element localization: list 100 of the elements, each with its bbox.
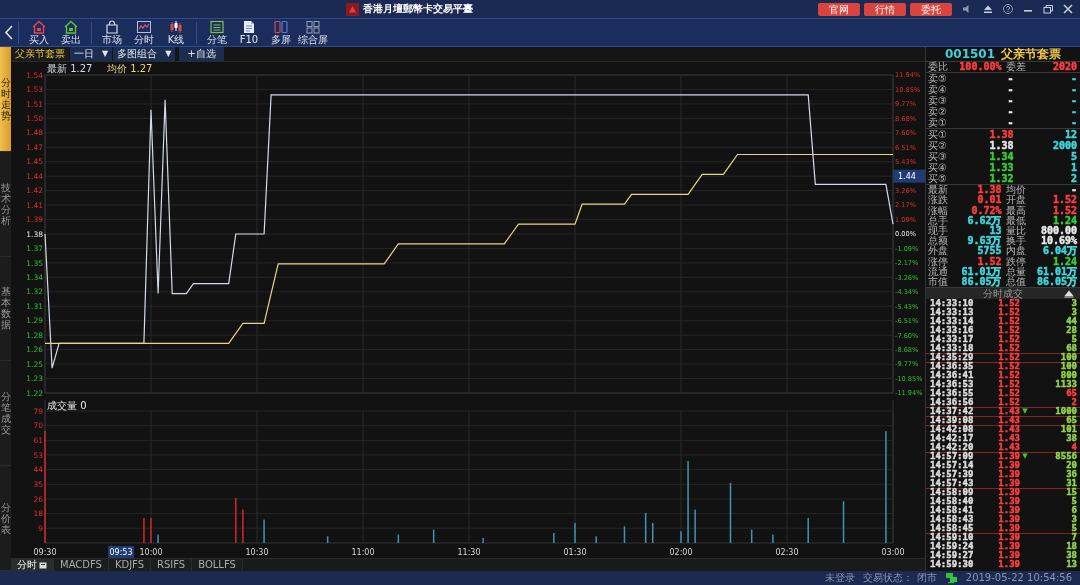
toolbar-button[interactable]: K线 bbox=[160, 20, 192, 45]
field-label: 最高 bbox=[1004, 205, 1026, 216]
field-label: 内盘 bbox=[1004, 246, 1026, 257]
field-label: 委差 bbox=[1005, 62, 1026, 73]
close-icon[interactable] bbox=[1060, 3, 1076, 15]
field-value: 86.05万 bbox=[1035, 276, 1077, 287]
trade-volume: 100 bbox=[1059, 353, 1077, 363]
trade-volume: 36 bbox=[1065, 470, 1077, 480]
trade-price: 1.39 bbox=[997, 470, 1020, 480]
trade-volume: 5 bbox=[1070, 524, 1077, 534]
trade-price: 1.52 bbox=[997, 362, 1020, 372]
field-value: 10.69% bbox=[1039, 236, 1077, 247]
chart-tab[interactable]: 分时 bbox=[11, 559, 54, 571]
date-time: 2019-05-22 10:54:56 bbox=[965, 571, 1072, 585]
header-button[interactable]: 官网 bbox=[818, 2, 860, 16]
trade-price: 1.43 bbox=[997, 416, 1020, 426]
legend-item: 最新 1.27 bbox=[47, 63, 93, 74]
trade-price: 1.52 bbox=[997, 389, 1020, 399]
toolbar-button[interactable]: 分笔 bbox=[201, 20, 233, 45]
field-label: 均价 bbox=[1004, 185, 1026, 196]
list-icon bbox=[209, 20, 225, 34]
order-volume: 12 bbox=[1063, 129, 1077, 141]
add-watchlist-button[interactable]: +自选 bbox=[179, 47, 224, 61]
trade-volume: 65 bbox=[1065, 389, 1077, 399]
toolbar-button[interactable]: 买入 bbox=[23, 20, 55, 45]
trade-price: 1.52 bbox=[997, 308, 1020, 318]
field-label: 涨幅 bbox=[928, 205, 949, 216]
trade-volume: 7 bbox=[1071, 533, 1077, 543]
volume-bar bbox=[623, 526, 626, 543]
trade-volume: 1000 bbox=[1054, 407, 1077, 417]
instrument-code: 001501 bbox=[944, 47, 996, 61]
volume-bar bbox=[750, 529, 753, 543]
trade-time: 14:36:41 bbox=[930, 371, 975, 381]
trade-volume: 3 bbox=[1071, 308, 1077, 318]
field-value: 6.62万 bbox=[966, 215, 1002, 226]
trade-time: 14:58:43 bbox=[930, 515, 975, 525]
grid-icon bbox=[305, 20, 321, 34]
trade-time: 14:42:20 bbox=[930, 443, 975, 453]
trade-time: 14:35:29 bbox=[930, 353, 975, 363]
trade-price: 1.39 bbox=[997, 542, 1020, 552]
trade-time: 14:58:09 bbox=[930, 488, 975, 498]
cursor-time-label: 09:53 bbox=[108, 546, 134, 558]
login-status: 未登录 bbox=[824, 571, 855, 585]
field-value: 800.00 bbox=[1039, 226, 1077, 237]
field-label: 总量 bbox=[1004, 266, 1026, 277]
trade-volume: 5 bbox=[1071, 335, 1077, 345]
side-tab[interactable]: 分时走势 bbox=[0, 47, 11, 152]
order-volume: 2000 bbox=[1051, 140, 1077, 152]
toolbar-button[interactable]: 卖出 bbox=[55, 20, 87, 45]
trade-price: 1.52 bbox=[997, 380, 1020, 390]
help-icon[interactable] bbox=[1000, 3, 1016, 15]
trade-price: 1.52 bbox=[997, 335, 1020, 345]
trade-price: 1.43 bbox=[997, 434, 1020, 444]
trade-volume: 18 bbox=[1065, 542, 1077, 552]
trade-price: 1.39 bbox=[997, 461, 1020, 471]
order-price: - bbox=[1006, 117, 1014, 129]
trade-time: 14:58:41 bbox=[930, 506, 975, 516]
field-label: 涨跌 bbox=[928, 195, 949, 206]
legend-item: 成交量 0 bbox=[47, 400, 87, 411]
trade-time: 14:59:10 bbox=[930, 533, 975, 543]
toolbar-button[interactable]: 多屏 bbox=[265, 20, 297, 45]
restore-icon[interactable] bbox=[1040, 3, 1056, 15]
trade-price: 1.52 bbox=[997, 326, 1020, 336]
header-button[interactable]: 委托 bbox=[910, 2, 952, 16]
trade-volume: 100 bbox=[1059, 362, 1077, 372]
field-label: 流通 bbox=[928, 266, 949, 277]
dropdown[interactable]: 多图组合 ▼ bbox=[113, 47, 176, 61]
axis-label: 10:00 bbox=[139, 548, 163, 557]
caret-icon: ▼ bbox=[102, 47, 109, 61]
trading-state: 闭市 bbox=[916, 571, 937, 585]
trade-time: 14:33:17 bbox=[930, 335, 975, 345]
order-level-label: 卖① bbox=[928, 117, 948, 129]
order-level-label: 买② bbox=[928, 140, 948, 152]
house-icon bbox=[31, 20, 47, 34]
toolbar-button[interactable]: 综合屏 bbox=[297, 20, 329, 45]
order-volume: 2 bbox=[1069, 173, 1077, 185]
trade-time: 14:59:24 bbox=[930, 542, 975, 552]
trade-time: 14:58:40 bbox=[930, 497, 975, 507]
field-label: 现手 bbox=[928, 226, 949, 237]
axis-label: 11:30 bbox=[457, 548, 481, 557]
toolbar-button[interactable]: F10 bbox=[233, 20, 265, 45]
axis-label: 11:00 bbox=[351, 548, 375, 557]
field-value: 6.04万 bbox=[1041, 246, 1077, 257]
toolbar-button[interactable]: 分时 bbox=[128, 20, 160, 45]
header-button[interactable]: 行情 bbox=[864, 2, 906, 16]
trade-volume: 28 bbox=[1065, 326, 1077, 336]
order-volume: - bbox=[1069, 84, 1077, 96]
axis-label: 09:30 bbox=[33, 548, 57, 557]
back-icon[interactable] bbox=[4, 25, 14, 40]
triangle-icon[interactable] bbox=[1064, 289, 1074, 298]
toolbar-button[interactable]: 市场 bbox=[96, 20, 128, 45]
dropdown-value: 一日 bbox=[74, 47, 94, 61]
cursor-price-label: 1.44 bbox=[893, 169, 925, 183]
trade-volume: 13 bbox=[1065, 560, 1077, 570]
axis-label: 01:30 bbox=[563, 548, 587, 557]
field-value: 61.01万 bbox=[1035, 266, 1077, 277]
field-value: 0.72% bbox=[970, 205, 1002, 216]
trade-time: 14:57:14 bbox=[930, 461, 975, 471]
field-value: 1.52 bbox=[1051, 205, 1077, 216]
dropdown[interactable]: 一日 ▼ bbox=[70, 47, 113, 61]
